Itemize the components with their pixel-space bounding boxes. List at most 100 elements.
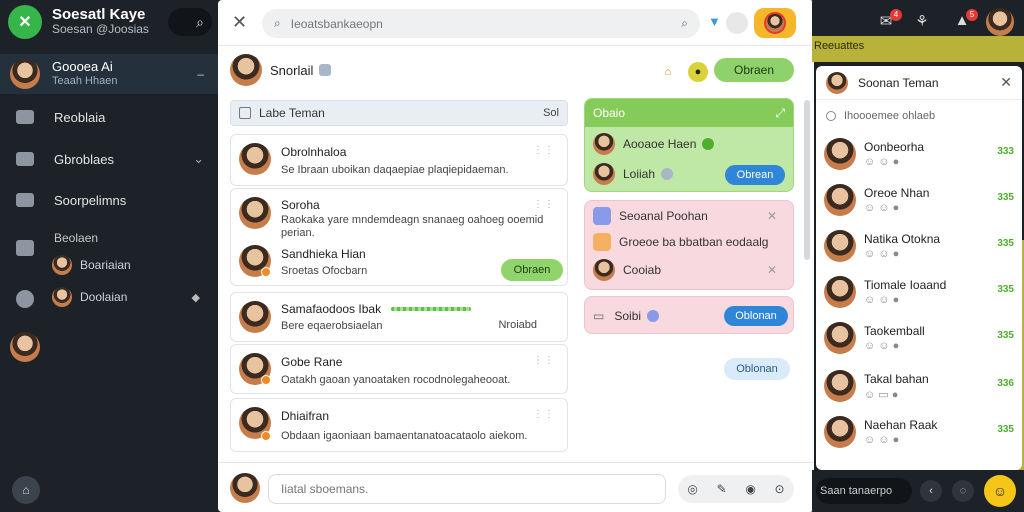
- sub-nav-item-1[interactable]: Boariaian: [52, 253, 212, 277]
- avatar[interactable]: [986, 8, 1014, 36]
- brand[interactable]: ✕ Soesatl Kaye Soesan @Joosias: [8, 5, 149, 39]
- avatar: [824, 370, 856, 402]
- sidebar-item-label: Soorpelimns: [54, 192, 127, 208]
- sidebar-item-label: Gbroblaes: [54, 151, 114, 167]
- avatar: [239, 197, 271, 229]
- list-item[interactable]: Dhiaifran Obdaan igaoniaan bamaentanatoa…: [230, 398, 568, 452]
- search-input[interactable]: [290, 16, 682, 31]
- image-icon: ▭: [593, 309, 605, 323]
- panel-row[interactable]: Groeoe ba bbatban eodaalg: [593, 229, 787, 255]
- contact-name: Naehan Raak: [864, 418, 938, 432]
- close-icon[interactable]: ✕: [1000, 74, 1012, 91]
- contact-item[interactable]: Tiomale Ioaand ☺ ☺ ● 335: [824, 272, 1014, 312]
- camera-icon[interactable]: ◉: [745, 482, 755, 496]
- close-icon[interactable]: ✕: [767, 263, 777, 277]
- contact-item[interactable]: Takal bahan ☺ ▭ ● 336: [824, 366, 1014, 406]
- avatar: [764, 12, 786, 34]
- drag-handle-icon[interactable]: ⋮⋮: [533, 355, 555, 366]
- list-header: Labe Teman Sol: [230, 100, 568, 126]
- avatar[interactable]: [726, 12, 748, 34]
- open-button[interactable]: Obraen: [714, 58, 794, 82]
- panel-row[interactable]: Cooiab ✕: [593, 257, 787, 283]
- sidebar-search-button[interactable]: ⌕: [168, 8, 212, 36]
- drag-handle-icon[interactable]: ⋮⋮: [533, 145, 555, 156]
- panel-row[interactable]: Seoanal Poohan ✕: [593, 203, 787, 229]
- contact-count: 335: [997, 238, 1014, 249]
- item-text: Se Ibraan uboikan daqaepiae plaqiepidaem…: [281, 164, 509, 176]
- open-button[interactable]: Oblonan: [724, 306, 788, 326]
- sidebar-item-1[interactable]: Reoblaia: [0, 102, 218, 132]
- avatar[interactable]: [10, 332, 40, 362]
- panel-row-label: Aooaoe Haen: [623, 137, 697, 151]
- verified-icon: [702, 138, 715, 150]
- document-icon: [16, 193, 34, 207]
- contact-item[interactable]: Naehan Raak ☺ ☺ ● 335: [824, 412, 1014, 452]
- home-icon[interactable]: ⌂: [658, 62, 678, 82]
- filter-icon[interactable]: ▼: [708, 14, 721, 29]
- chevron-down-icon: ⌄: [193, 151, 204, 166]
- close-icon[interactable]: ✕: [767, 209, 777, 223]
- banner-text: Reeuattes: [814, 40, 865, 52]
- status-badge: [261, 267, 271, 277]
- message-input[interactable]: [268, 474, 666, 504]
- contact-item[interactable]: Oreoe Nhan ☺ ☺ ● 335: [824, 180, 1014, 220]
- search-icon: ⌕: [196, 13, 204, 30]
- list-item[interactable]: Samafaodoos Ibak Bere eqaerobsiaelan Nro…: [230, 292, 568, 342]
- collapse-icon[interactable]: –: [197, 67, 204, 81]
- avatar: [230, 54, 262, 86]
- item-name: Soroha: [281, 198, 320, 212]
- search-icon[interactable]: ⌕: [681, 16, 688, 31]
- contact-item[interactable]: Oonbeorha ☺ ☺ ● 333: [824, 134, 1014, 174]
- top-bar: ✕ ⌕ ⌕ ▼: [218, 0, 814, 46]
- bottom-search[interactable]: Saan tanaerpo: [816, 478, 912, 504]
- sub-nav-item-2[interactable]: Doolaian ◆: [52, 285, 212, 309]
- contact-count: 336: [997, 378, 1014, 389]
- search-bar[interactable]: ⌕ ⌕: [262, 9, 700, 38]
- drag-handle-icon[interactable]: ⋮⋮: [533, 199, 555, 210]
- close-icon[interactable]: ✕: [232, 12, 247, 33]
- open-button[interactable]: Obraen: [501, 259, 563, 281]
- open-button[interactable]: Obrean: [725, 165, 785, 185]
- list-item[interactable]: Gobe Rane Oatakh gaoan yanoataken rocodn…: [230, 344, 568, 394]
- refresh-icon[interactable]: ◌: [952, 480, 974, 502]
- contact-count: 335: [997, 192, 1014, 203]
- settings-icon[interactable]: ⌂: [12, 476, 40, 504]
- reaction-icons: ☺ ☺ ●: [864, 156, 900, 168]
- profile-button[interactable]: [754, 8, 796, 38]
- status-badge: [261, 431, 271, 441]
- emoji-icon[interactable]: ◎: [687, 482, 697, 496]
- scrollbar[interactable]: [804, 100, 810, 260]
- send-icon[interactable]: ⊙: [775, 482, 785, 496]
- list-filter[interactable]: Sol: [543, 107, 559, 119]
- contact-item[interactable]: Natika Otokna ☺ ☺ ● 335: [824, 226, 1014, 266]
- composer: ◎ ✎ ◉ ⊙: [218, 462, 814, 512]
- list-item[interactable]: Soroha Raokaka yare mndemdeagn snanaeg o…: [230, 188, 568, 286]
- notification-badge: 4: [890, 9, 902, 21]
- profile-row[interactable]: Goooea Ai Teaah Hhaen –: [0, 54, 218, 94]
- group-icon: [593, 207, 611, 225]
- list-item[interactable]: Obrolnhaloa Se Ibraan uboikan daqaepiae …: [230, 134, 568, 186]
- sidebar-item-3[interactable]: Soorpelimns: [0, 185, 218, 215]
- contact-item[interactable]: Taokemball ☺ ☺ ● 335: [824, 318, 1014, 358]
- sidebar-item-2[interactable]: Gbroblaes ⌄: [0, 144, 218, 174]
- contacts-search[interactable]: Ihoooemee ohlaeb: [826, 110, 935, 122]
- drag-handle-icon[interactable]: ⋮⋮: [533, 409, 555, 420]
- sub-nav-label: Boariaian: [80, 258, 131, 272]
- expand-icon[interactable]: ⤢: [775, 106, 785, 121]
- profile-name: Goooea Ai: [52, 59, 113, 74]
- back-icon[interactable]: ‹: [920, 480, 942, 502]
- status-badge: [261, 375, 271, 385]
- contact-name: Tiomale Ioaand: [864, 278, 947, 292]
- button-label: Obraen: [733, 63, 775, 77]
- emoji-icon[interactable]: ☺: [984, 475, 1016, 507]
- item-text: Raokaka yare mndemdeagn snanaeg oahoeg o…: [281, 214, 544, 239]
- share-icon[interactable]: ⚘: [912, 12, 932, 32]
- badge-icon[interactable]: ●: [688, 62, 708, 82]
- avatar: [593, 133, 615, 155]
- app-logo-icon: ✕: [8, 5, 42, 39]
- reaction-icons: ☺ ☺ ●: [864, 294, 900, 306]
- attach-icon[interactable]: ✎: [717, 482, 727, 496]
- checkbox[interactable]: [239, 107, 251, 119]
- panel-row[interactable]: Aooaoe Haen: [593, 131, 787, 157]
- open-button[interactable]: Oblonan: [724, 358, 790, 380]
